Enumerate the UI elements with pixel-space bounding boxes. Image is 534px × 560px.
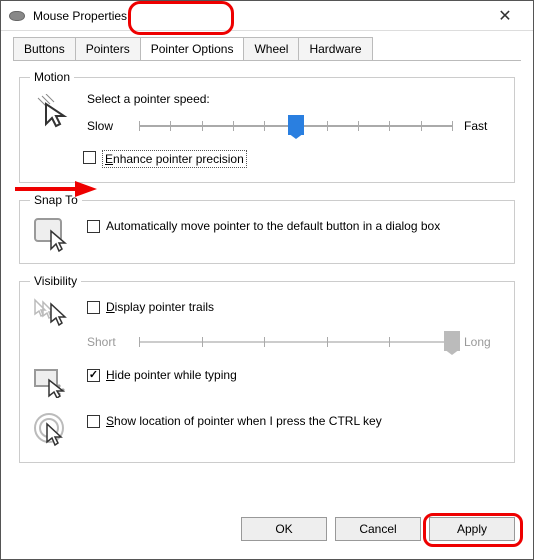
trail-slider bbox=[139, 332, 452, 352]
pointer-speed-icon bbox=[36, 94, 70, 128]
group-snapto: Snap To Automatically move pointer to th… bbox=[19, 193, 515, 264]
tab-wheel[interactable]: Wheel bbox=[243, 37, 299, 60]
speed-slider[interactable] bbox=[139, 116, 452, 136]
snapto-icon bbox=[33, 217, 73, 253]
group-motion: Motion Select a pointer speed: Slow bbox=[19, 70, 515, 183]
tab-strip: Buttons Pointers Pointer Options Wheel H… bbox=[1, 31, 533, 60]
tab-buttons[interactable]: Buttons bbox=[13, 37, 76, 60]
enhance-precision-checkbox[interactable] bbox=[83, 151, 96, 164]
tab-pointer-options[interactable]: Pointer Options bbox=[140, 37, 245, 60]
window-title: Mouse Properties bbox=[33, 9, 485, 23]
trail-long-label: Long bbox=[464, 335, 504, 349]
hide-typing-checkbox[interactable] bbox=[87, 369, 100, 382]
ctrl-locate-label[interactable]: Show location of pointer when I press th… bbox=[106, 414, 504, 428]
dialog-buttons: OK Cancel Apply bbox=[241, 517, 515, 541]
legend-snapto: Snap To bbox=[30, 193, 82, 207]
legend-motion: Motion bbox=[30, 70, 74, 84]
speed-label: Select a pointer speed: bbox=[87, 92, 504, 106]
apply-button[interactable]: Apply bbox=[429, 517, 515, 541]
cancel-button[interactable]: Cancel bbox=[335, 517, 421, 541]
trails-checkbox[interactable] bbox=[87, 301, 100, 314]
speed-fast-label: Fast bbox=[464, 119, 504, 133]
ctrl-locate-icon bbox=[33, 412, 73, 448]
mouse-icon bbox=[9, 11, 25, 21]
tab-hardware[interactable]: Hardware bbox=[298, 37, 372, 60]
hide-typing-icon bbox=[33, 366, 73, 398]
legend-visibility: Visibility bbox=[30, 274, 81, 288]
group-visibility: Visibility Display pointer trails bbox=[19, 274, 515, 463]
close-button[interactable]: ✕ bbox=[485, 2, 525, 30]
enhance-precision-label[interactable]: Enhance pointer precision bbox=[102, 150, 247, 168]
speed-slow-label: Slow bbox=[87, 119, 127, 133]
hide-typing-label[interactable]: Hide pointer while typing bbox=[106, 368, 504, 382]
trail-short-label: Short bbox=[87, 335, 127, 349]
ctrl-locate-checkbox[interactable] bbox=[87, 415, 100, 428]
trails-label[interactable]: Display pointer trails bbox=[106, 300, 504, 314]
ok-button[interactable]: OK bbox=[241, 517, 327, 541]
pointer-trails-icon bbox=[33, 298, 73, 328]
tab-pointers[interactable]: Pointers bbox=[75, 37, 141, 60]
snapto-label[interactable]: Automatically move pointer to the defaul… bbox=[106, 219, 504, 233]
snapto-checkbox[interactable] bbox=[87, 220, 100, 233]
titlebar: Mouse Properties ✕ bbox=[1, 1, 533, 31]
